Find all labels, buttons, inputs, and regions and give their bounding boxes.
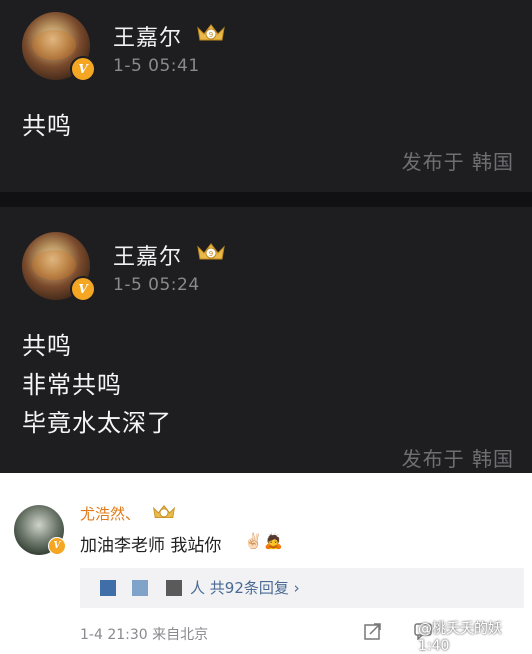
post-timestamp: 1-5 05:41 bbox=[113, 56, 200, 76]
post-content-line: 共鸣 bbox=[22, 112, 72, 140]
post-content-line: 共鸣 bbox=[22, 332, 72, 360]
post-card[interactable]: V 王嘉尔 9 1-5 05:24 共鸣 非常共鸣 毕竟水太深了 发布于 韩国 bbox=[0, 207, 532, 473]
reply-summary[interactable] bbox=[80, 568, 524, 608]
author-name[interactable]: 王嘉尔 bbox=[113, 20, 182, 52]
verified-badge-icon: V bbox=[70, 56, 96, 82]
post-timestamp: 1-5 05:24 bbox=[113, 275, 200, 295]
svg-text:9: 9 bbox=[209, 31, 213, 39]
post-card[interactable]: V 王嘉尔 9 1-5 05:41 共鸣 发布于 韩国 bbox=[0, 0, 532, 192]
reply-summary-text[interactable]: 人 共92条回复 › bbox=[190, 577, 300, 598]
svg-text:9: 9 bbox=[209, 250, 213, 258]
comment-time-source: 1-4 21:30 来自北京 bbox=[80, 627, 209, 643]
replier-avatar bbox=[100, 580, 116, 596]
post-location: 发布于 韩国 bbox=[401, 150, 514, 174]
post-content-line: 毕竟水太深了 bbox=[22, 409, 172, 437]
share-icon[interactable] bbox=[364, 622, 382, 640]
replier-avatar bbox=[166, 580, 182, 596]
post-location: 发布于 韩国 bbox=[401, 447, 514, 471]
victory-hand-emoji: ✌🏻 bbox=[244, 532, 263, 550]
post-content-line: 非常共鸣 bbox=[22, 371, 122, 399]
chevron-right-icon: › bbox=[293, 579, 300, 597]
crown-icon: 9 bbox=[197, 24, 225, 41]
bowing-person-emoji: 🙇 bbox=[264, 532, 283, 550]
comment-text: 加油李老师 我站你 bbox=[80, 536, 222, 556]
author-name[interactable]: 王嘉尔 bbox=[113, 239, 182, 271]
crown-icon bbox=[153, 504, 175, 518]
post-divider bbox=[0, 192, 532, 207]
comment-author[interactable]: 尤浩然、 bbox=[80, 503, 140, 524]
verified-badge-icon: V bbox=[70, 276, 96, 302]
crown-icon: 9 bbox=[197, 243, 225, 260]
verified-badge-icon: V bbox=[48, 537, 66, 555]
watermark: @桃夭夭的妖 1:40 bbox=[418, 621, 502, 654]
replier-avatar bbox=[132, 580, 148, 596]
